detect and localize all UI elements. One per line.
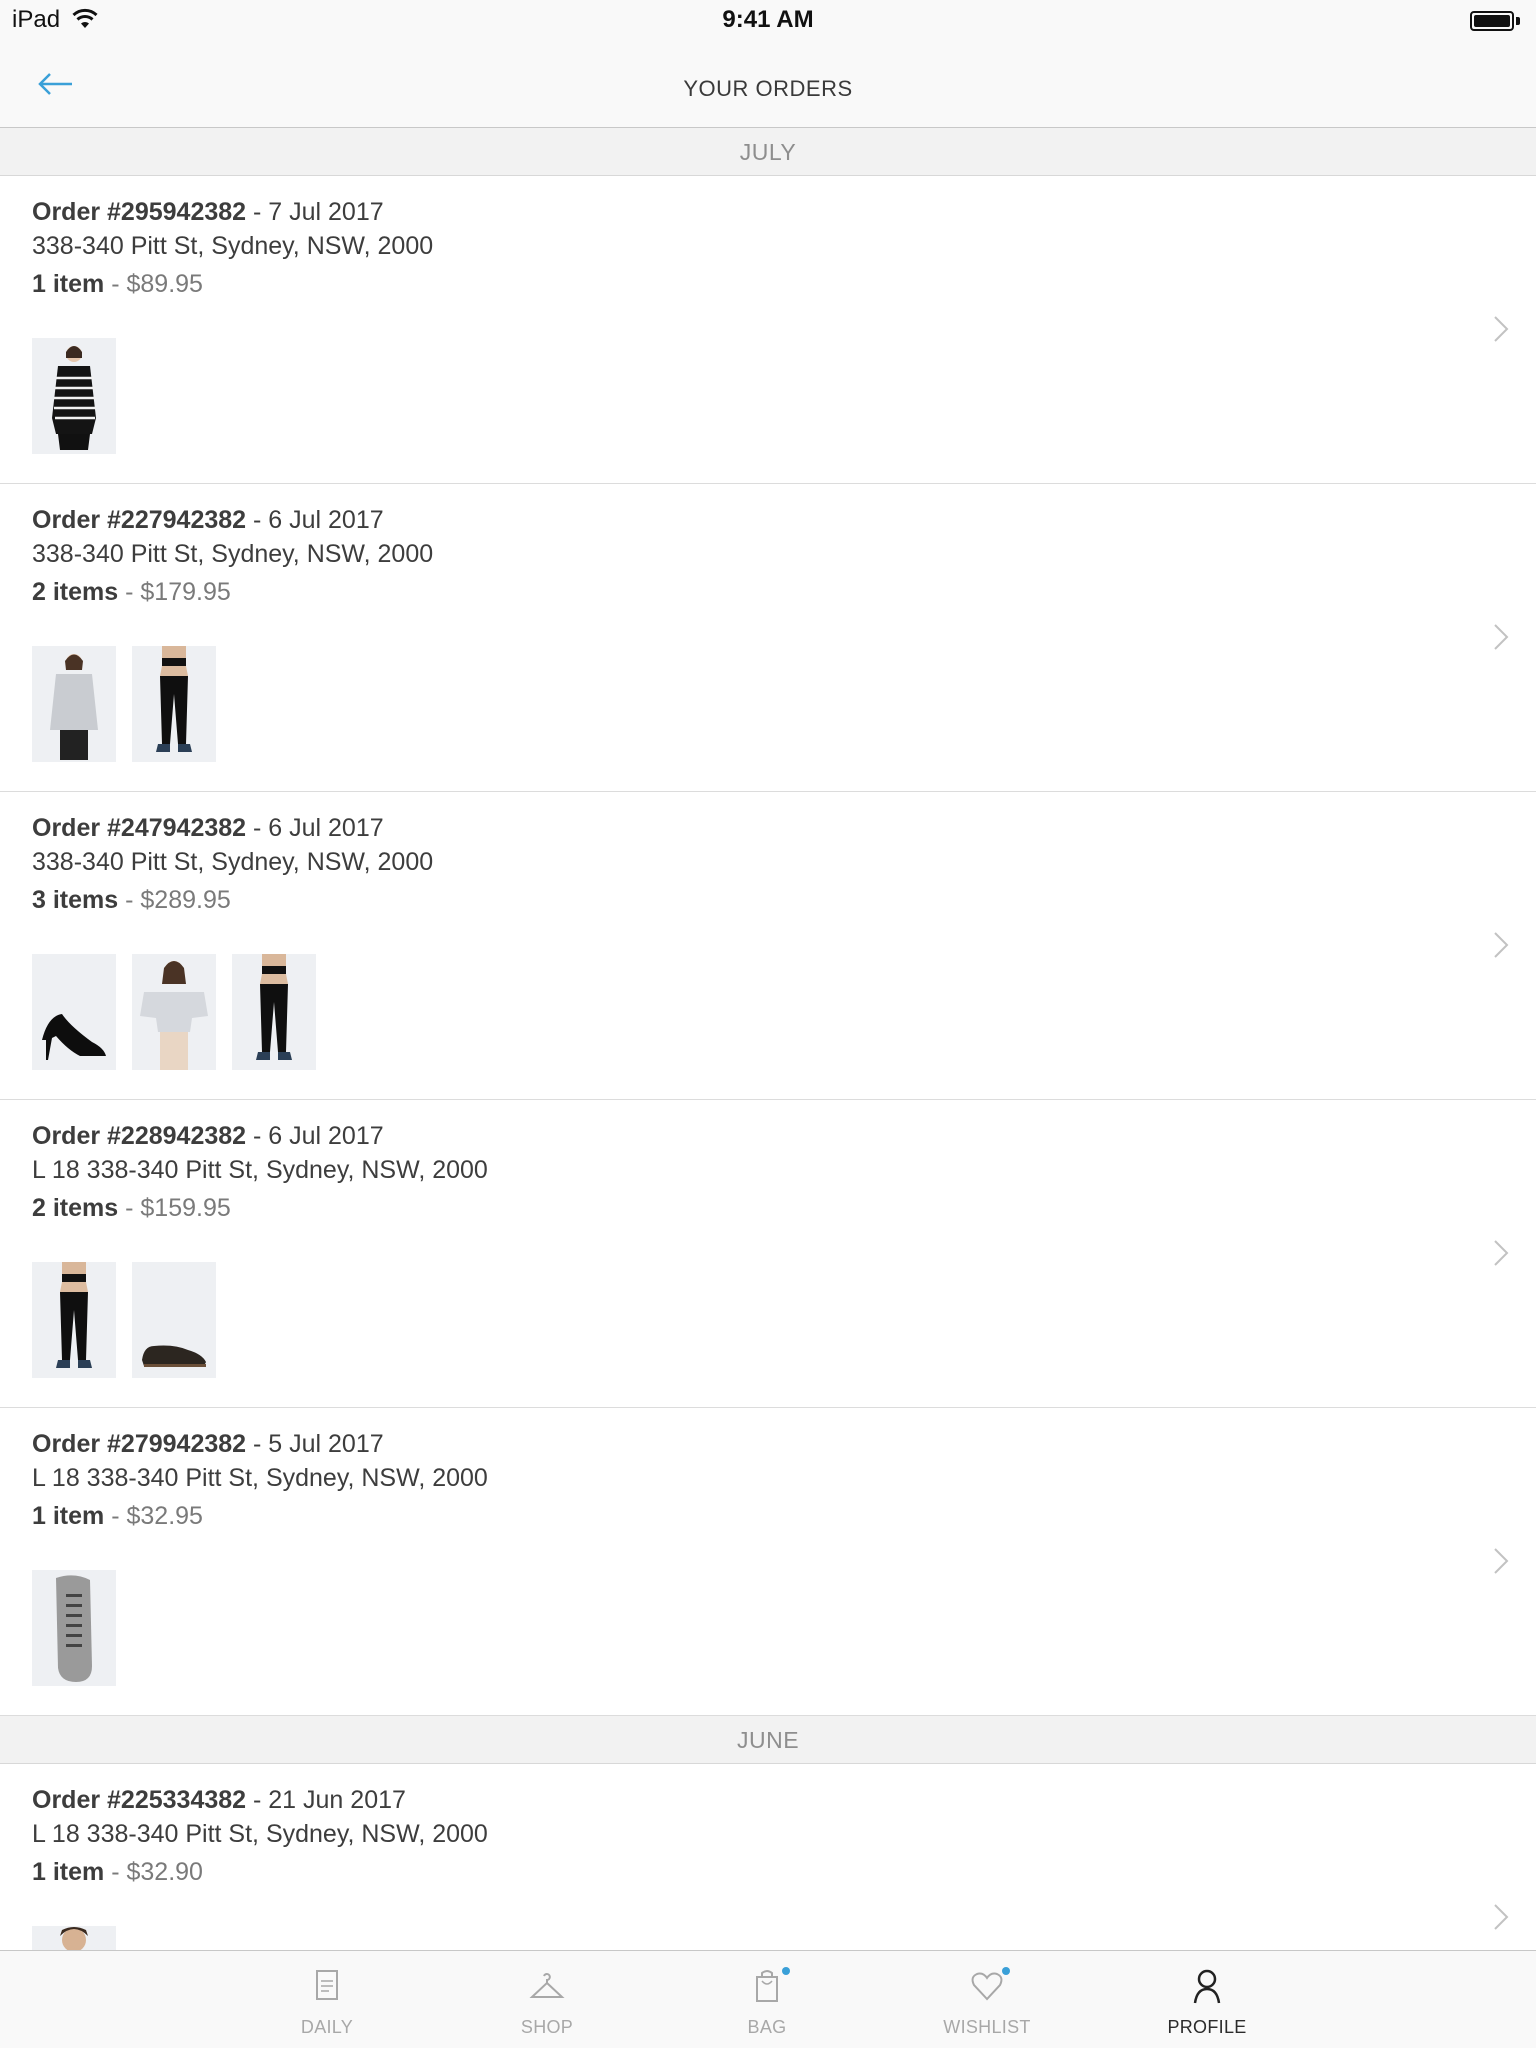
product-thumbnail-brown-shoe[interactable] [132,1262,216,1378]
tab-bar: DAILY SHOP BAG WISHLIST PROFILE [0,1950,1536,2048]
product-thumbnail-striped-sweater[interactable] [32,338,116,454]
order-date: - 21 Jun 2017 [246,1786,406,1814]
order-number: Order #225334382 [32,1786,247,1814]
status-time: 9:41 AM [722,6,814,33]
order-total: - $289.95 [118,886,231,914]
order-thumbnails [32,954,316,1070]
order-row[interactable]: Order #247942382 - 6 Jul 2017 338-340 Pi… [0,792,1536,1100]
tab-daily[interactable]: DAILY [267,1951,387,2049]
order-header: Order #247942382 - 6 Jul 2017 [32,814,384,843]
product-thumbnail-black-heels[interactable] [32,954,116,1070]
tab-profile[interactable]: PROFILE [1147,1951,1267,2049]
order-header: Order #279942382 - 5 Jul 2017 [32,1430,384,1459]
chevron-right-icon [1494,316,1509,342]
order-total: - $179.95 [118,578,231,606]
order-summary: 1 item - $32.90 [32,1858,203,1887]
product-thumbnail-man-portrait[interactable] [32,1926,116,1950]
order-row[interactable]: Order #228942382 - 6 Jul 2017 L 18 338-3… [0,1100,1536,1408]
order-number: Order #227942382 [32,506,247,534]
order-date: - 5 Jul 2017 [246,1430,384,1458]
battery-icon [1470,11,1520,31]
order-row[interactable]: Order #279942382 - 5 Jul 2017 L 18 338-3… [0,1408,1536,1716]
chevron-right-icon [1494,624,1509,650]
order-date: - 6 Jul 2017 [246,506,384,534]
newspaper-icon [316,1970,338,2000]
order-address: 338-340 Pitt St, Sydney, NSW, 2000 [32,848,434,876]
order-summary: 2 items - $159.95 [32,1194,231,1223]
order-header: Order #225334382 - 21 Jun 2017 [32,1786,406,1815]
order-summary: 1 item - $89.95 [32,270,203,299]
order-item-count: 1 item [32,270,105,298]
order-item-count: 2 items [32,578,119,606]
order-item-count: 1 item [32,1858,105,1886]
order-number: Order #295942382 [32,198,247,226]
orders-list[interactable]: JULY Order #295942382 - 7 Jul 2017 338-3… [0,128,1536,1950]
section-header-june: JUNE [0,1716,1536,1764]
tab-label: PROFILE [1167,2017,1247,2037]
order-thumbnails [32,1262,216,1378]
order-total: - $32.90 [104,1858,203,1886]
order-summary: 1 item - $32.95 [32,1502,203,1531]
notification-badge [782,1967,790,1975]
product-thumbnail-black-leggings[interactable] [232,954,316,1070]
tab-label: WISHLIST [943,2017,1031,2037]
order-row[interactable]: Order #225334382 - 21 Jun 2017 L 18 338-… [0,1764,1536,1950]
order-row[interactable]: Order #295942382 - 7 Jul 2017 338-340 Pi… [0,176,1536,484]
order-thumbnails [32,1570,116,1686]
order-thumbnails [32,646,216,762]
order-date: - 6 Jul 2017 [246,1122,384,1150]
bag-icon [756,1970,778,2002]
order-address: L 18 338-340 Pitt St, Sydney, NSW, 2000 [32,1156,488,1184]
chevron-right-icon [1494,1548,1509,1574]
heart-icon [971,1972,1003,2001]
chevron-right-icon [1494,932,1509,958]
order-address: 338-340 Pitt St, Sydney, NSW, 2000 [32,232,434,260]
order-date: - 7 Jul 2017 [246,198,384,226]
page-title: YOUR ORDERS [683,76,853,101]
chevron-right-icon [1494,1240,1509,1266]
navigation-bar: YOUR ORDERS [0,40,1536,128]
tab-bag[interactable]: BAG [707,1951,827,2049]
order-header: Order #228942382 - 6 Jul 2017 [32,1122,384,1151]
order-address: L 18 338-340 Pitt St, Sydney, NSW, 2000 [32,1820,488,1848]
order-item-count: 3 items [32,886,119,914]
tab-shop[interactable]: SHOP [487,1951,607,2049]
notification-badge [1002,1967,1010,1975]
order-total: - $89.95 [104,270,203,298]
product-thumbnail-grey-sock[interactable] [32,1570,116,1686]
order-thumbnails [32,1926,116,1950]
tab-label: SHOP [520,2017,574,2037]
product-thumbnail-off-shoulder-top[interactable] [132,954,216,1070]
product-thumbnail-grey-top[interactable] [32,646,116,762]
section-header-july: JULY [0,128,1536,176]
hanger-icon [529,1973,565,1998]
chevron-right-icon [1494,1904,1509,1930]
order-item-count: 1 item [32,1502,105,1530]
order-total: - $32.95 [104,1502,203,1530]
order-number: Order #279942382 [32,1430,247,1458]
order-header: Order #295942382 - 7 Jul 2017 [32,198,384,227]
status-bar: iPad 9:41 AM [0,0,1536,40]
order-number: Order #228942382 [32,1122,247,1150]
order-summary: 2 items - $179.95 [32,578,231,607]
order-number: Order #247942382 [32,814,247,842]
product-thumbnail-black-leggings[interactable] [132,646,216,762]
tab-label: DAILY [300,2017,354,2037]
order-row[interactable]: Order #227942382 - 6 Jul 2017 338-340 Pi… [0,484,1536,792]
product-thumbnail-black-leggings[interactable] [32,1262,116,1378]
order-address: 338-340 Pitt St, Sydney, NSW, 2000 [32,540,434,568]
tab-wishlist[interactable]: WISHLIST [927,1951,1047,2049]
order-summary: 3 items - $289.95 [32,886,231,915]
order-header: Order #227942382 - 6 Jul 2017 [32,506,384,535]
order-thumbnails [32,338,116,454]
order-date: - 6 Jul 2017 [246,814,384,842]
tab-label: BAG [747,2017,787,2037]
order-total: - $159.95 [118,1194,231,1222]
order-item-count: 2 items [32,1194,119,1222]
profile-icon [1193,1969,1221,2004]
order-address: L 18 338-340 Pitt St, Sydney, NSW, 2000 [32,1464,488,1492]
